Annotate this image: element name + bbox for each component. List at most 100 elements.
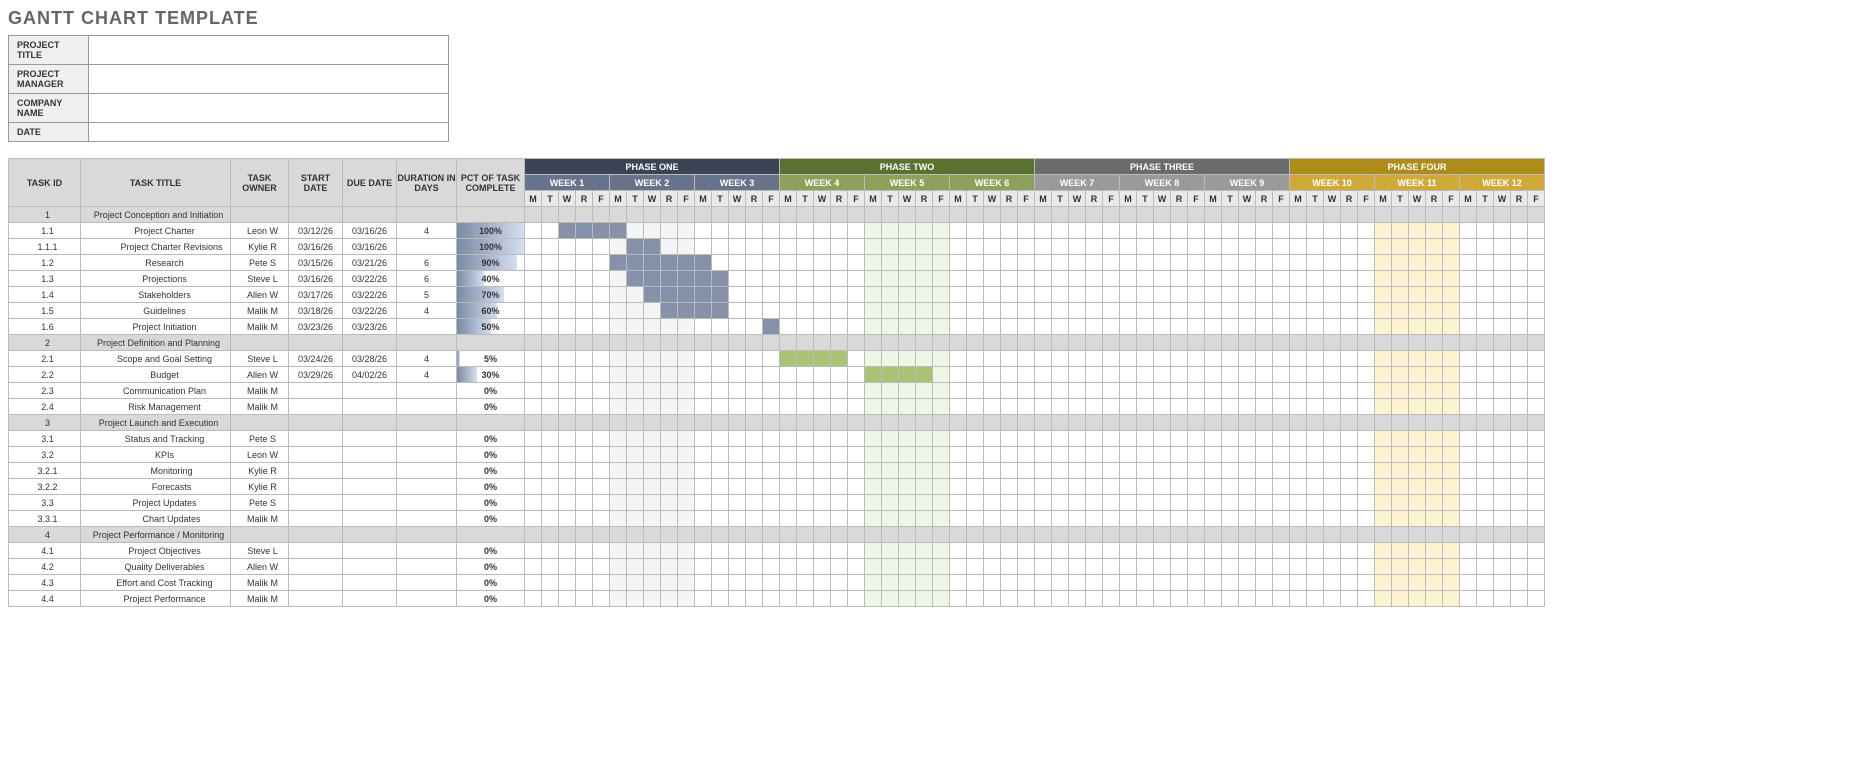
gantt-cell[interactable]: [1273, 447, 1290, 463]
gantt-cell[interactable]: [797, 415, 814, 431]
gantt-cell[interactable]: [1375, 367, 1392, 383]
gantt-cell[interactable]: [661, 255, 678, 271]
gantt-cell[interactable]: [1256, 383, 1273, 399]
gantt-cell[interactable]: [1069, 575, 1086, 591]
gantt-cell[interactable]: [1137, 543, 1154, 559]
gantt-cell[interactable]: [1239, 479, 1256, 495]
task-row[interactable]: 3.1Status and TrackingPete S0%: [9, 431, 1545, 447]
gantt-cell[interactable]: [933, 463, 950, 479]
gantt-cell[interactable]: [576, 287, 593, 303]
gantt-cell[interactable]: [1239, 271, 1256, 287]
gantt-cell[interactable]: [848, 399, 865, 415]
gantt-cell[interactable]: [1341, 271, 1358, 287]
gantt-cell[interactable]: [1273, 543, 1290, 559]
gantt-cell[interactable]: [729, 383, 746, 399]
gantt-cell[interactable]: [712, 559, 729, 575]
task-row[interactable]: 4.2Quality DeliverablesAllen W0%: [9, 559, 1545, 575]
gantt-cell[interactable]: [1120, 543, 1137, 559]
gantt-cell[interactable]: [831, 543, 848, 559]
gantt-cell[interactable]: [1341, 575, 1358, 591]
gantt-cell[interactable]: [1086, 399, 1103, 415]
gantt-cell[interactable]: [967, 303, 984, 319]
gantt-cell[interactable]: [1052, 287, 1069, 303]
gantt-cell[interactable]: [1443, 351, 1460, 367]
gantt-cell[interactable]: [1086, 239, 1103, 255]
gantt-cell[interactable]: [916, 431, 933, 447]
gantt-cell[interactable]: [1392, 207, 1409, 223]
gantt-cell[interactable]: [1324, 255, 1341, 271]
gantt-cell[interactable]: [1392, 479, 1409, 495]
gantt-cell[interactable]: [1290, 447, 1307, 463]
gantt-cell[interactable]: [695, 255, 712, 271]
gantt-cell[interactable]: [1528, 207, 1545, 223]
gantt-cell[interactable]: [1528, 239, 1545, 255]
gantt-cell[interactable]: [695, 431, 712, 447]
gantt-cell[interactable]: [797, 319, 814, 335]
gantt-cell[interactable]: [1511, 431, 1528, 447]
gantt-cell[interactable]: [780, 527, 797, 543]
gantt-cell[interactable]: [1171, 479, 1188, 495]
gantt-cell[interactable]: [1256, 207, 1273, 223]
gantt-cell[interactable]: [1341, 303, 1358, 319]
gantt-cell[interactable]: [848, 271, 865, 287]
gantt-cell[interactable]: [1171, 527, 1188, 543]
gantt-cell[interactable]: [1426, 399, 1443, 415]
gantt-cell[interactable]: [644, 559, 661, 575]
gantt-cell[interactable]: [661, 335, 678, 351]
gantt-cell[interactable]: [644, 319, 661, 335]
gantt-cell[interactable]: [542, 239, 559, 255]
gantt-cell[interactable]: [967, 287, 984, 303]
gantt-cell[interactable]: [559, 463, 576, 479]
gantt-cell[interactable]: [814, 415, 831, 431]
gantt-cell[interactable]: [1443, 527, 1460, 543]
gantt-cell[interactable]: [1120, 559, 1137, 575]
gantt-cell[interactable]: [1477, 399, 1494, 415]
gantt-cell[interactable]: [1103, 463, 1120, 479]
gantt-cell[interactable]: [729, 591, 746, 607]
gantt-cell[interactable]: [1052, 495, 1069, 511]
gantt-cell[interactable]: [712, 287, 729, 303]
gantt-cell[interactable]: [729, 303, 746, 319]
gantt-cell[interactable]: [1375, 207, 1392, 223]
gantt-cell[interactable]: [1052, 527, 1069, 543]
gantt-cell[interactable]: [1137, 239, 1154, 255]
gantt-cell[interactable]: [1154, 591, 1171, 607]
gantt-cell[interactable]: [797, 223, 814, 239]
gantt-cell[interactable]: [916, 399, 933, 415]
gantt-cell[interactable]: [1290, 271, 1307, 287]
gantt-cell[interactable]: [1511, 271, 1528, 287]
gantt-cell[interactable]: [1460, 367, 1477, 383]
gantt-cell[interactable]: [967, 543, 984, 559]
section-row[interactable]: 4Project Performance / Monitoring: [9, 527, 1545, 543]
gantt-cell[interactable]: [1035, 319, 1052, 335]
gantt-cell[interactable]: [712, 303, 729, 319]
gantt-cell[interactable]: [984, 367, 1001, 383]
gantt-cell[interactable]: [712, 255, 729, 271]
gantt-cell[interactable]: [525, 575, 542, 591]
gantt-cell[interactable]: [627, 367, 644, 383]
gantt-cell[interactable]: [848, 511, 865, 527]
gantt-cell[interactable]: [678, 479, 695, 495]
gantt-cell[interactable]: [1443, 575, 1460, 591]
gantt-cell[interactable]: [1426, 575, 1443, 591]
gantt-cell[interactable]: [661, 383, 678, 399]
gantt-cell[interactable]: [661, 543, 678, 559]
gantt-cell[interactable]: [627, 431, 644, 447]
gantt-cell[interactable]: [1528, 447, 1545, 463]
gantt-cell[interactable]: [1103, 255, 1120, 271]
gantt-cell[interactable]: [627, 335, 644, 351]
gantt-cell[interactable]: [746, 431, 763, 447]
gantt-cell[interactable]: [1001, 575, 1018, 591]
gantt-cell[interactable]: [1426, 463, 1443, 479]
gantt-cell[interactable]: [1392, 447, 1409, 463]
gantt-cell[interactable]: [950, 495, 967, 511]
gantt-cell[interactable]: [1035, 543, 1052, 559]
gantt-cell[interactable]: [1494, 431, 1511, 447]
gantt-cell[interactable]: [1001, 431, 1018, 447]
gantt-cell[interactable]: [1341, 479, 1358, 495]
gantt-cell[interactable]: [1273, 559, 1290, 575]
gantt-cell[interactable]: [865, 463, 882, 479]
gantt-cell[interactable]: [814, 223, 831, 239]
gantt-cell[interactable]: [525, 479, 542, 495]
gantt-cell[interactable]: [1035, 383, 1052, 399]
